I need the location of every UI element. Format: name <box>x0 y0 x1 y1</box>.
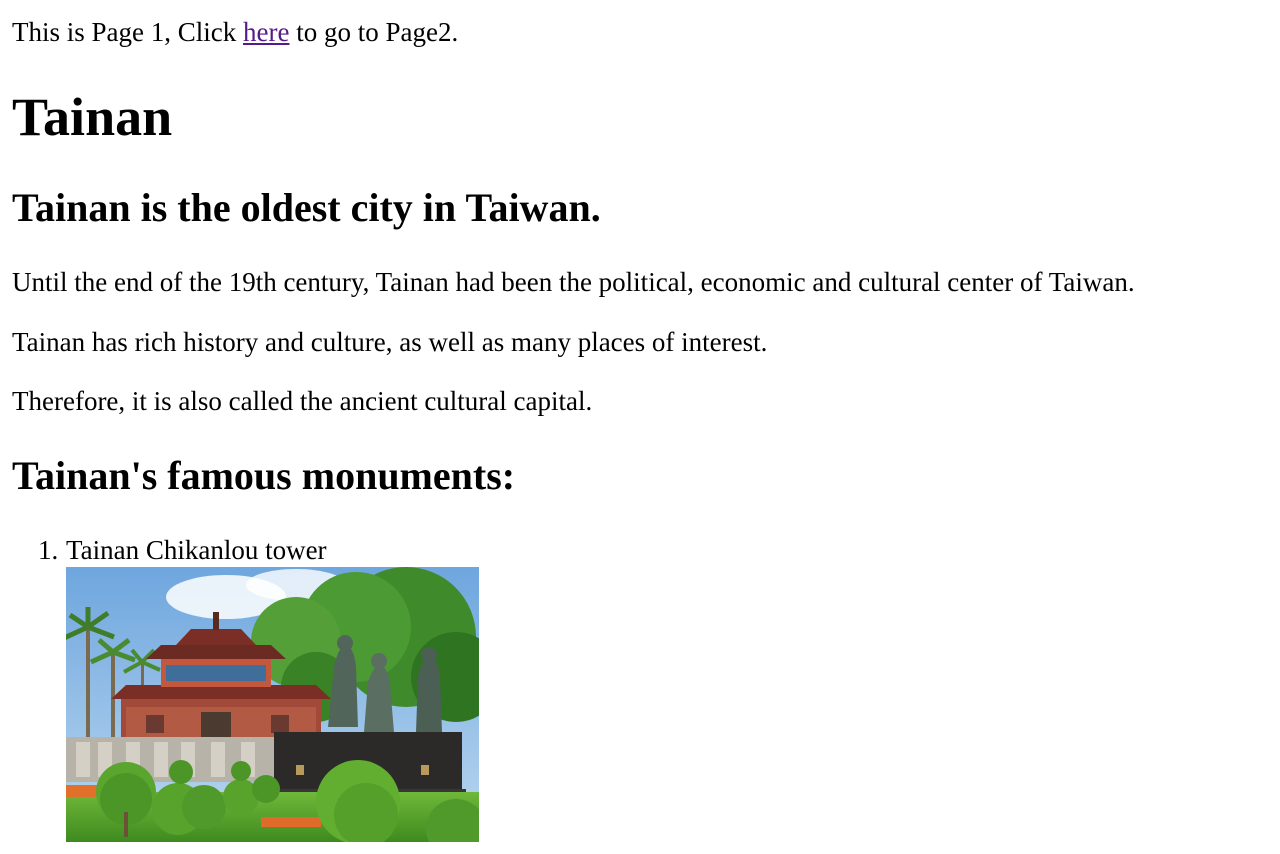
monuments-heading: Tainan's famous monuments: <box>12 453 516 498</box>
monuments-list: 1. Tainan Chikanlou tower <box>0 533 479 842</box>
list-item-number: 1. <box>38 535 59 565</box>
list-item-label: Tainan Chikanlou tower <box>66 535 327 565</box>
list-item: 1. Tainan Chikanlou tower <box>0 533 479 842</box>
paragraph-1: Until the end of the 19th century, Taina… <box>12 267 1135 297</box>
page-title: Tainan <box>12 87 173 147</box>
intro-line: This is Page 1, Click here to go to Page… <box>12 15 458 49</box>
page: This is Page 1, Click here to go to Page… <box>0 0 1280 854</box>
intro-suffix: to go to Page2. <box>289 17 459 47</box>
page-subtitle: Tainan is the oldest city in Taiwan. <box>12 185 601 230</box>
paragraph-3: Therefore, it is also called the ancient… <box>12 386 593 416</box>
paragraph-2: Tainan has rich history and culture, as … <box>12 327 768 357</box>
intro-prefix: This is Page 1, Click <box>12 17 243 47</box>
tower-photo <box>66 567 479 842</box>
page2-link[interactable]: here <box>243 17 289 47</box>
